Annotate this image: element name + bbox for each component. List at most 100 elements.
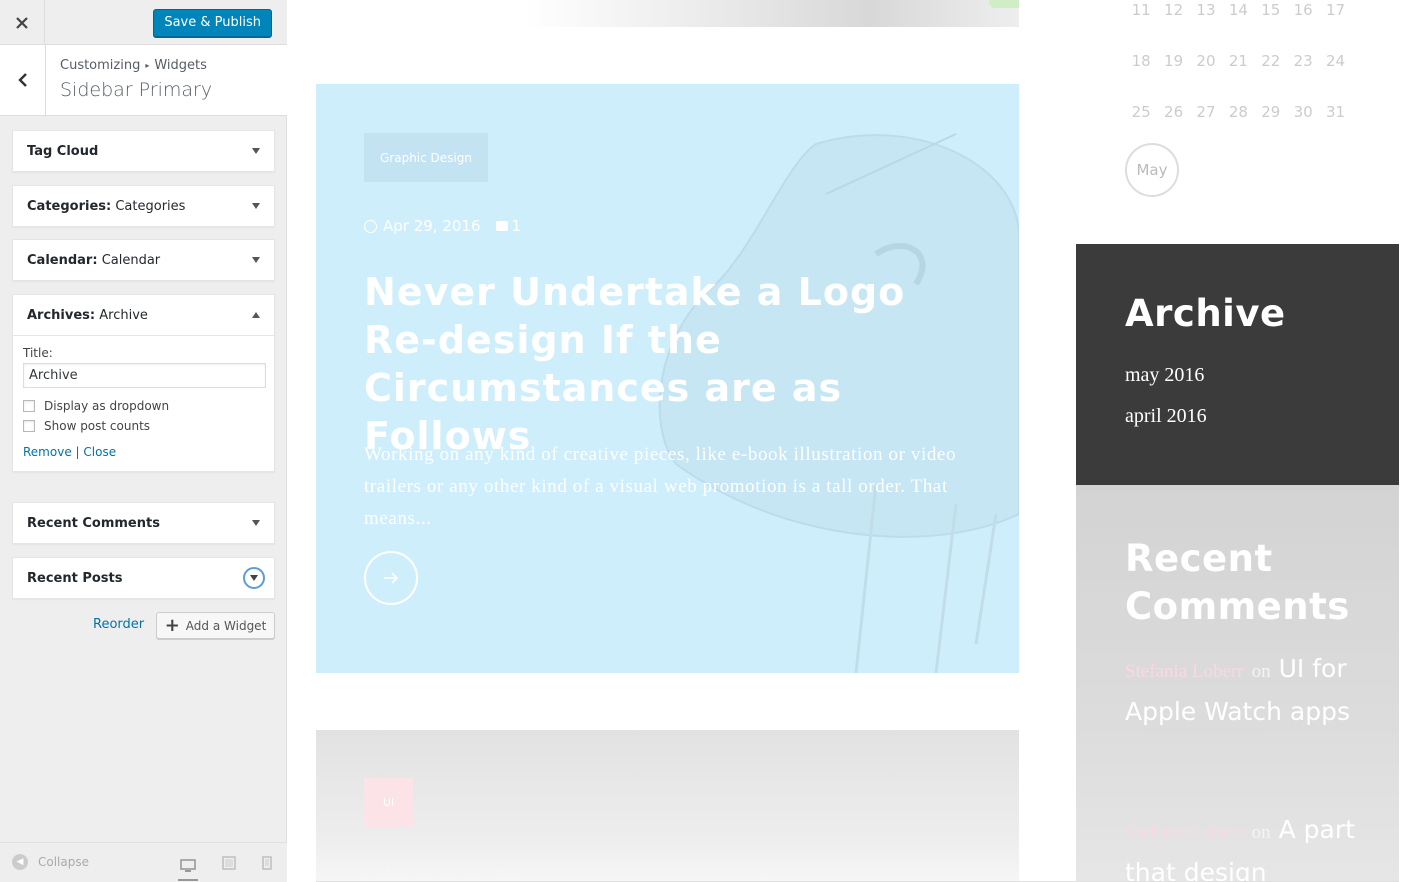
- comment-count: 1: [511, 864, 522, 882]
- calendar-day: 28: [1228, 103, 1248, 121]
- show-post-counts-label: Show post counts: [44, 419, 151, 433]
- reorder-link[interactable]: Reorder: [93, 617, 144, 632]
- widget-title: Tag Cloud: [27, 144, 98, 159]
- comment-author[interactable]: Stefania Loberr: [1125, 661, 1244, 682]
- widget-recent-posts-header[interactable]: Recent Posts: [13, 558, 274, 598]
- post-meta: Apr 29, 2016 1: [364, 217, 521, 235]
- widget-title: Recent Posts: [27, 571, 123, 586]
- expand-arrow-icon[interactable]: [243, 567, 265, 589]
- widget-recent-comments-header[interactable]: Recent Comments: [13, 503, 274, 543]
- collapse-button[interactable]: ◀ Collapse: [12, 854, 89, 870]
- calendar-day: 24: [1325, 52, 1346, 70]
- title-label: Title:: [23, 346, 53, 360]
- add-widget-label: Add a Widget: [185, 618, 267, 633]
- widget-calendar-header[interactable]: Calendar: Calendar: [13, 240, 274, 280]
- display-dropdown-label: Display as dropdown: [44, 399, 170, 413]
- archive-widget: Archive may 2016 april 2016: [1076, 244, 1399, 485]
- calendar-week: 25 26 27 28 29 30 31: [1125, 103, 1352, 121]
- remove-link[interactable]: Remove: [23, 445, 72, 459]
- category-badge[interactable]: UI: [364, 778, 413, 827]
- widget-archives-header[interactable]: Archives: Archive: [13, 295, 274, 335]
- display-dropdown-checkbox[interactable]: [23, 400, 35, 412]
- desktop-preview-icon[interactable]: [178, 853, 198, 881]
- widget-name: Tag Cloud: [27, 143, 99, 159]
- widget-recent-posts: Recent Posts: [12, 557, 275, 599]
- calendar-day: 12: [1164, 1, 1184, 19]
- close-link[interactable]: Close: [83, 445, 116, 459]
- calendar-month-link[interactable]: May: [1125, 143, 1179, 197]
- widget-calendar: Calendar: Calendar: [12, 239, 275, 281]
- recent-comments-title: Recent Comments: [1125, 537, 1350, 628]
- expand-arrow-icon[interactable]: [252, 520, 260, 526]
- widget-recent-comments: Recent Comments: [12, 502, 275, 544]
- customizer-footer: ◀ Collapse: [0, 842, 287, 882]
- widget-tag-cloud-header[interactable]: Tag Cloud: [13, 131, 274, 171]
- calendar-day: 21: [1228, 52, 1248, 70]
- calendar-day: 11: [1131, 1, 1151, 19]
- recent-comment-item: Stefania Loberr on A part that design: [1125, 810, 1385, 882]
- widget-name: Recent Comments: [27, 515, 160, 531]
- calendar-day: 29: [1261, 103, 1281, 121]
- collapse-arrow-icon[interactable]: [252, 312, 260, 318]
- calendar-day: 31: [1325, 103, 1346, 121]
- featured-post-card: Graphic Design Apr 29, 2016 1 Never Unde…: [316, 84, 1019, 673]
- comment-author[interactable]: Stefania Loberr: [1125, 822, 1244, 843]
- widget-title: Calendar: Calendar: [27, 252, 161, 268]
- calendar-day: 27: [1196, 103, 1216, 121]
- title-input[interactable]: [23, 363, 266, 388]
- calendar-day: 14: [1228, 1, 1248, 19]
- post-date: Apr 28, 2016: [383, 864, 481, 882]
- widget-categories-header[interactable]: Categories: Categories: [13, 186, 274, 226]
- post-title[interactable]: Never Undertake a Logo Re-design If the …: [364, 268, 964, 460]
- comment-on: on: [1251, 822, 1271, 843]
- widget-tag-cloud: Tag Cloud: [12, 130, 275, 172]
- collapse-label: Collapse: [38, 855, 89, 869]
- save-publish-button[interactable]: Save & Publish: [153, 9, 272, 37]
- display-dropdown-row: Display as dropdown: [23, 396, 264, 416]
- widget-subtitle: Archive: [99, 307, 148, 323]
- calendar-day: 19: [1164, 52, 1184, 70]
- close-icon[interactable]: [0, 0, 45, 45]
- section-header: Customizing ▸ Widgets Sidebar Primary: [0, 45, 287, 116]
- expand-arrow-icon[interactable]: [252, 257, 260, 263]
- post-excerpt: Working on any kind of creative pieces, …: [364, 444, 957, 529]
- calendar-day: 16: [1293, 1, 1313, 19]
- section-title: Sidebar Primary: [60, 79, 213, 101]
- recent-comments-widget: Recent Comments Stefania Loberr on UI fo…: [1076, 485, 1399, 882]
- archive-link-april[interactable]: april 2016: [1125, 405, 1207, 428]
- calendar-day: 25: [1131, 103, 1151, 121]
- image-detail: [989, 0, 1019, 8]
- widget-subtitle: Categories: [115, 198, 186, 214]
- widget-subtitle: Calendar: [101, 252, 161, 268]
- comment-icon: [495, 868, 508, 878]
- add-widget-button[interactable]: + Add a Widget: [156, 612, 275, 639]
- calendar-day: 20: [1196, 52, 1216, 70]
- collapse-arrow-icon: ◀: [12, 854, 28, 870]
- show-post-counts-checkbox[interactable]: [23, 420, 35, 432]
- expand-arrow-icon[interactable]: [252, 148, 260, 154]
- calendar-week: 11 12 13 14 15 16 17: [1125, 1, 1352, 19]
- show-post-counts-row: Show post counts: [23, 416, 264, 436]
- customizer-header: Save & Publish: [0, 0, 287, 45]
- breadcrumb-customizing: Customizing: [60, 58, 141, 73]
- widget-title: Recent Comments: [27, 516, 160, 531]
- back-arrow-icon[interactable]: [0, 45, 46, 115]
- category-badge[interactable]: Graphic Design: [364, 133, 488, 182]
- calendar-day: 17: [1325, 1, 1346, 19]
- recent-comment-item: Stefania Loberr on UI for Apple Watch ap…: [1125, 649, 1385, 732]
- archive-link-may[interactable]: may 2016: [1125, 364, 1204, 387]
- mobile-preview-icon[interactable]: [257, 853, 277, 873]
- widget-name: Categories: [27, 198, 107, 214]
- expand-arrow-icon[interactable]: [252, 203, 260, 209]
- read-more-button[interactable]: [364, 551, 418, 605]
- tablet-preview-icon[interactable]: [219, 853, 239, 873]
- post-date: Apr 29, 2016: [383, 217, 481, 235]
- widget-categories: Categories: Categories: [12, 185, 275, 227]
- calendar-week: 18 19 20 21 22 23 24: [1125, 52, 1352, 70]
- widget-name: Archives: [27, 307, 90, 323]
- widget-title: Archives: Archive: [27, 307, 148, 323]
- plus-icon: +: [164, 614, 180, 636]
- archive-title: Archive: [1125, 292, 1286, 335]
- calendar-day: 26: [1164, 103, 1184, 121]
- comment-on: on: [1251, 661, 1271, 682]
